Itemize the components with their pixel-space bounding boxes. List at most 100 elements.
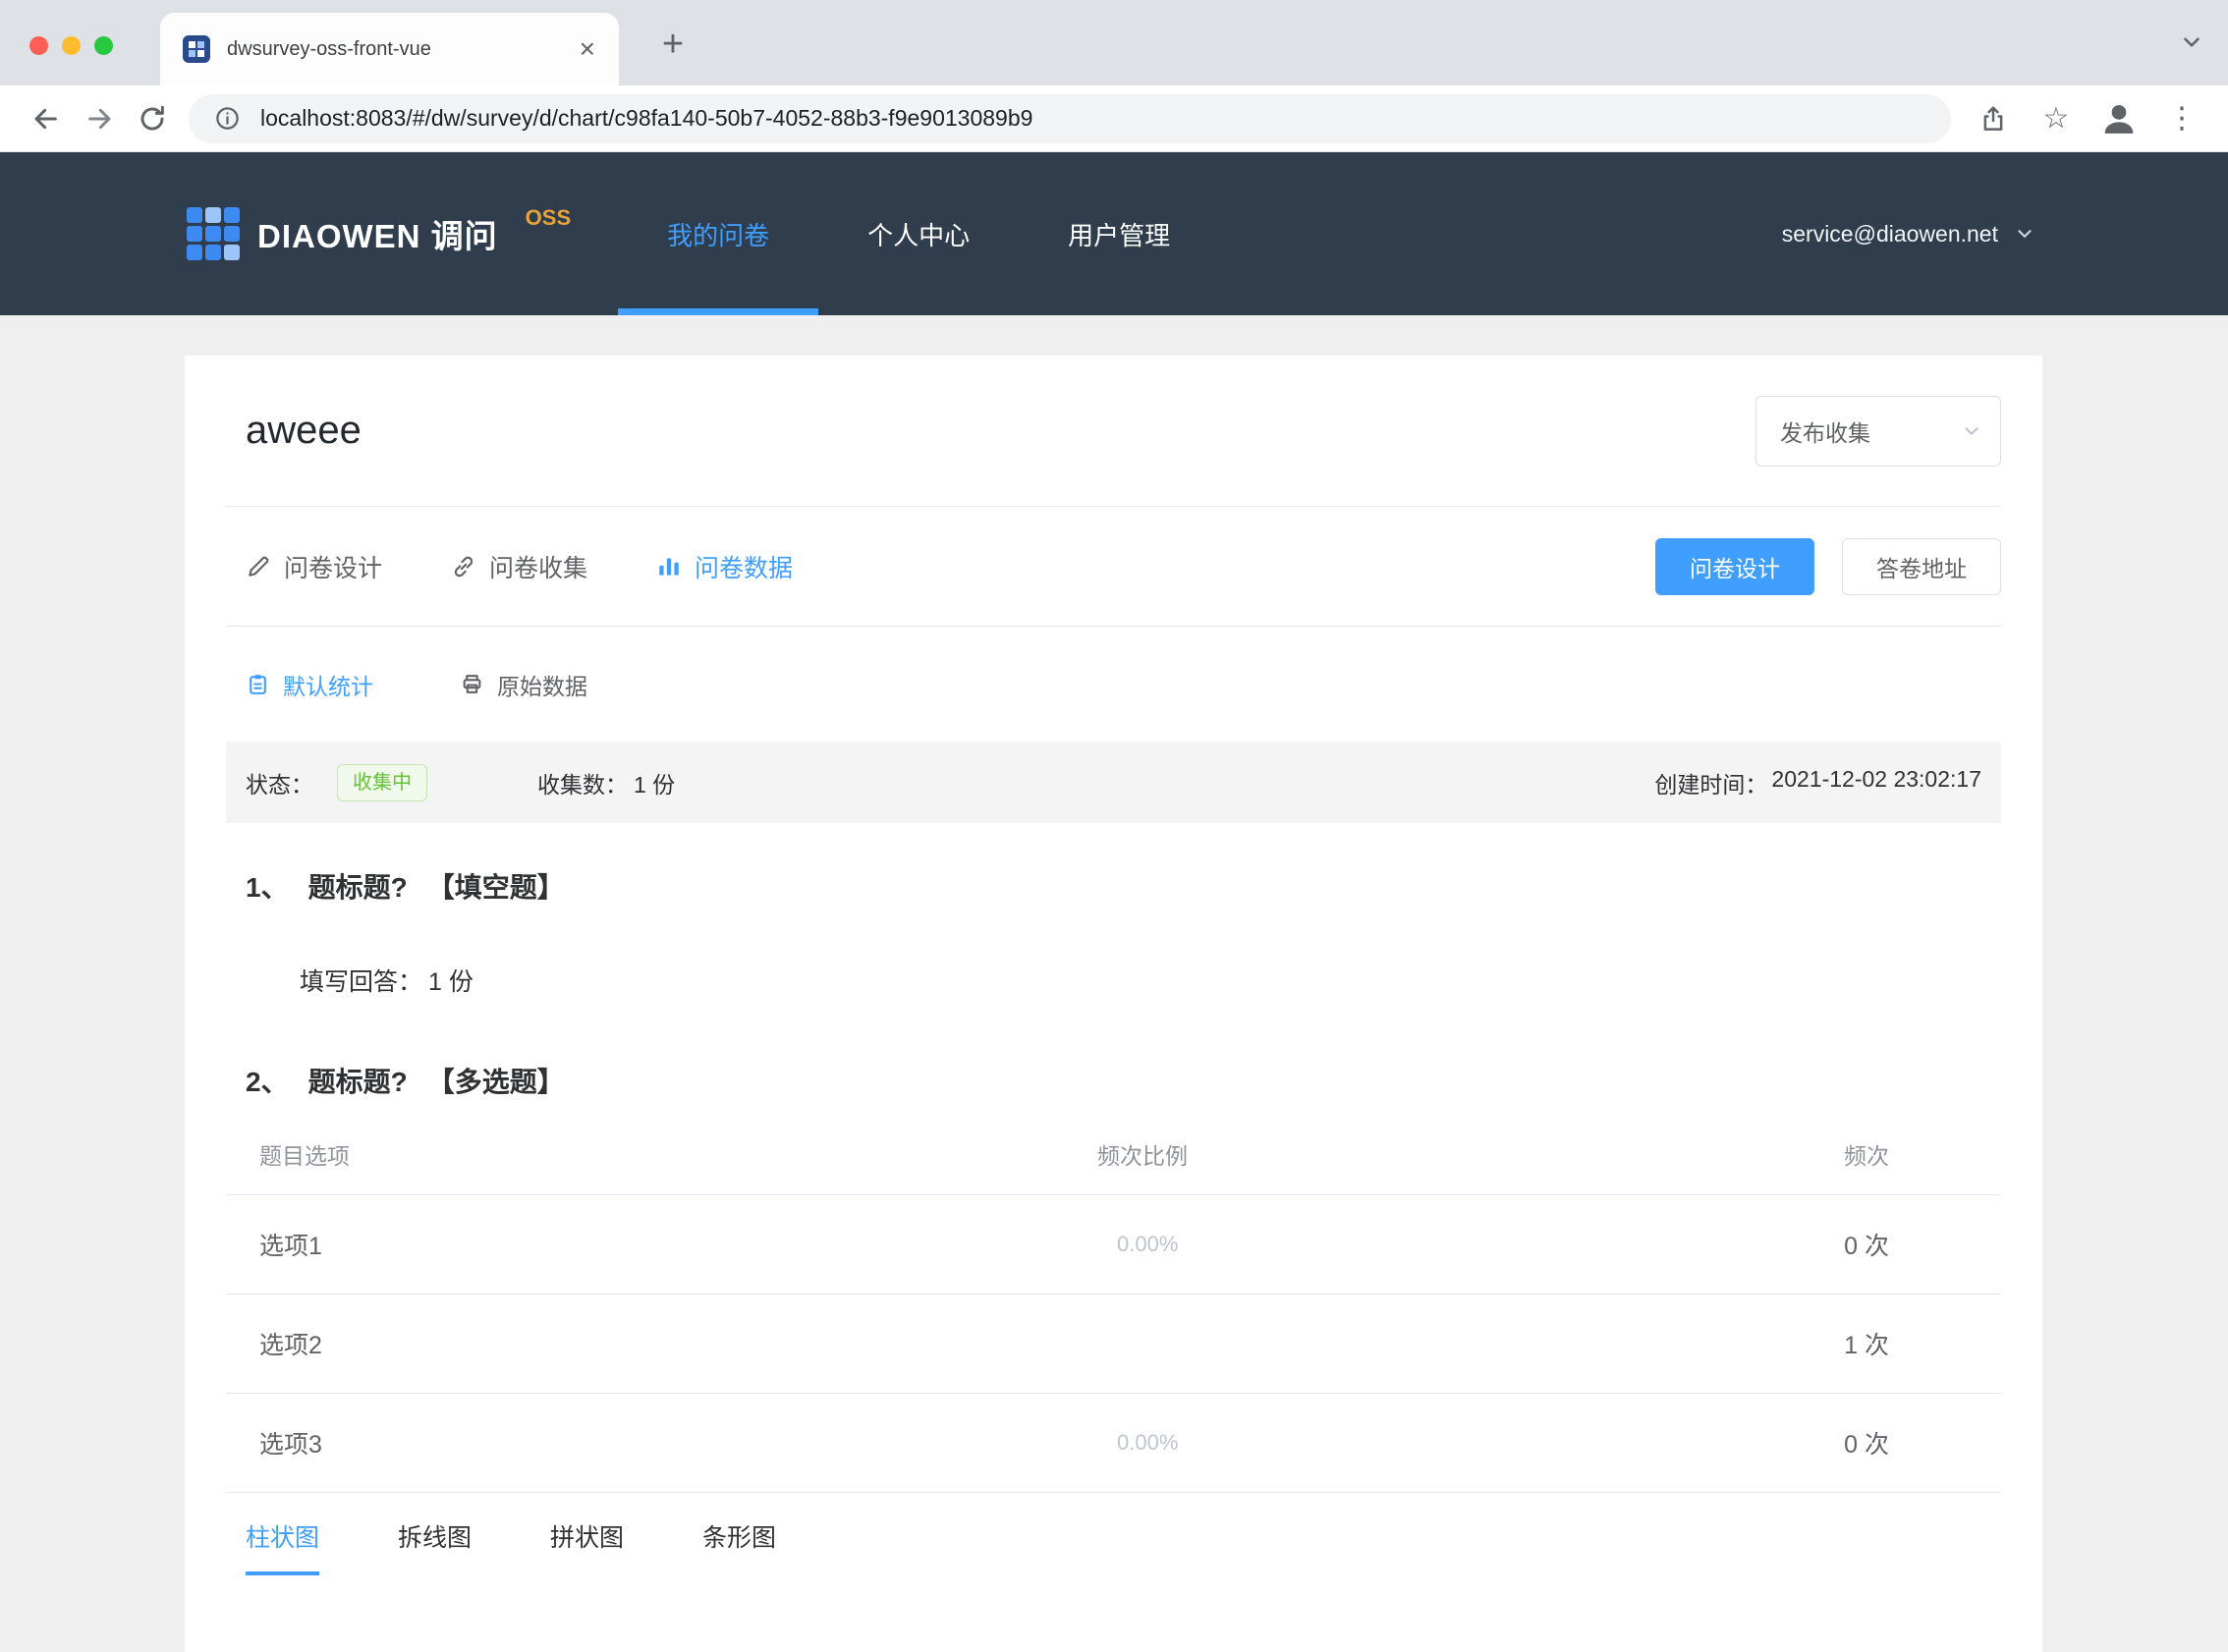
profile-avatar-icon[interactable] [2092, 92, 2145, 145]
survey-card: aweee 发布收集 问卷设计 问卷收集 问卷数据 问卷设计 答卷地址 默认统计… [185, 356, 2042, 1652]
printer-icon [460, 672, 484, 696]
navbar-right-icons: ☆ ⋮ [1967, 92, 2208, 145]
status-badge: 收集中 [337, 763, 427, 801]
menu-item-user-management[interactable]: 用户管理 [1019, 152, 1219, 315]
chart-tab-pie[interactable]: 拼状图 [550, 1518, 624, 1575]
table-header-row: 题目选项 频次比例 频次 [226, 1114, 2001, 1195]
site-favicon-icon [182, 34, 211, 64]
survey-title: aweee [246, 409, 362, 452]
survey-design-button[interactable]: 问卷设计 [1655, 537, 1814, 595]
window-close-button[interactable] [29, 36, 48, 55]
back-icon[interactable] [20, 92, 73, 145]
window-minimize-button[interactable] [62, 36, 81, 55]
question-type: 【填空题】 [426, 872, 565, 903]
menu-item-my-surveys[interactable]: 我的问卷 [618, 152, 819, 315]
menu-item-label: 个人中心 [867, 220, 971, 250]
forward-icon[interactable] [73, 92, 126, 145]
url-text[interactable]: localhost:8083/#/dw/survey/d/chart/c98fa… [260, 105, 1032, 132]
app-header: DIAOWEN 调问 OSS 我的问卷 个人中心 用户管理 service@di… [0, 152, 2228, 315]
account-chevron-down-icon [2014, 223, 2035, 245]
status-bar: 状态： 收集中 收集数： 1 份 创建时间： 2021-12-02 23:02:… [226, 742, 2001, 823]
tab-search-chevron-icon[interactable] [2179, 29, 2204, 55]
question-type: 【多选题】 [426, 1067, 565, 1097]
subtab-raw-data[interactable]: 原始数据 [460, 668, 587, 701]
diaowen-logo-icon [185, 205, 242, 262]
tab-label: 问卷设计 [284, 554, 383, 582]
tab-survey-design[interactable]: 问卷设计 [246, 549, 382, 584]
table-row: 选项2 100.00% 1 次 [226, 1294, 2001, 1394]
bar-chart-icon [656, 554, 682, 579]
card-header: aweee 发布收集 [226, 356, 2001, 507]
clipboard-icon [246, 672, 270, 696]
collect-count-value: 1 份 [634, 771, 676, 798]
column-frequency: 频次 [1844, 1143, 1889, 1169]
frequency-value: 1 次 [1844, 1332, 1889, 1359]
question-2-heading: 2、 题标题? 【多选题】 [246, 1061, 2001, 1100]
question-1-answer-line: 填写回答： 1 份 [300, 963, 2001, 998]
browser-menu-icon[interactable]: ⋮ [2155, 92, 2208, 145]
chart-tab-line[interactable]: 拆线图 [398, 1518, 472, 1575]
data-subtabs-row: 默认统计 原始数据 [226, 627, 2001, 742]
frequency-value: 0 次 [1844, 1233, 1889, 1260]
option-label: 选项1 [259, 1233, 322, 1260]
tab-survey-collect[interactable]: 问卷收集 [451, 549, 587, 584]
address-bar[interactable]: localhost:8083/#/dw/survey/d/chart/c98fa… [189, 93, 1951, 143]
brand-name: DIAOWEN 调问 [257, 218, 498, 254]
answer-label: 填写回答： [300, 968, 423, 996]
bookmark-star-icon[interactable]: ☆ [2030, 92, 2083, 145]
question-title: 题标题? [307, 872, 408, 903]
browser-navbar: localhost:8083/#/dw/survey/d/chart/c98fa… [0, 85, 2228, 152]
subtab-default-stats[interactable]: 默认统计 [246, 668, 373, 701]
option-label: 选项3 [259, 1431, 322, 1459]
tab-label: 问卷收集 [489, 554, 588, 582]
main-menu: 我的问卷 个人中心 用户管理 [618, 152, 1219, 315]
diaowen-logo[interactable]: DIAOWEN 调问 OSS [185, 152, 571, 315]
window-controls [29, 36, 113, 55]
created-time-label: 创建时间： [1654, 771, 1768, 798]
table-row: 选项1 0.00% 0 次 [226, 1195, 2001, 1294]
tab-label: 问卷数据 [695, 554, 794, 582]
new-tab-button[interactable]: + [650, 22, 696, 67]
frequency-value: 0 次 [1844, 1431, 1889, 1459]
link-icon [451, 554, 476, 579]
tab-survey-data[interactable]: 问卷数据 [656, 549, 793, 584]
question-index: 1、 [246, 872, 289, 903]
table-row: 选项3 0.00% 0 次 [226, 1394, 2001, 1493]
browser-tabstrip: dwsurvey-oss-front-vue × + [0, 0, 2228, 85]
page-background: aweee 发布收集 问卷设计 问卷收集 问卷数据 问卷设计 答卷地址 默认统计… [0, 315, 2228, 1652]
select-chevron-down-icon [1961, 420, 1982, 442]
option-stats-table: 题目选项 频次比例 频次 选项1 0.00% 0 次 选项2 [226, 1114, 2001, 1493]
browser-tab[interactable]: dwsurvey-oss-front-vue × [160, 13, 619, 85]
status-label: 状态： [246, 771, 313, 798]
share-icon[interactable] [1967, 92, 2020, 145]
collect-count-label: 收集数： [537, 771, 628, 798]
menu-item-label: 用户管理 [1068, 220, 1171, 250]
subtab-label: 原始数据 [497, 673, 587, 699]
window-zoom-button[interactable] [94, 36, 113, 55]
chart-tab-horizontal-bar[interactable]: 条形图 [702, 1518, 776, 1575]
column-option: 题目选项 [259, 1143, 350, 1169]
question-1-heading: 1、 题标题? 【填空题】 [246, 866, 2001, 906]
chart-type-tabs: 柱状图 拆线图 拼状图 条形图 [226, 1518, 2001, 1575]
publish-collect-label: 发布收集 [1780, 419, 1870, 446]
browser-window: dwsurvey-oss-front-vue × + localhost:808… [0, 0, 2228, 1652]
menu-item-label: 我的问卷 [667, 220, 770, 250]
account-menu[interactable]: service@diaowen.net [1782, 152, 2035, 315]
reload-icon[interactable] [126, 92, 179, 145]
site-info-icon[interactable] [214, 105, 241, 132]
account-email: service@diaowen.net [1781, 220, 1998, 247]
question-index: 2、 [246, 1067, 289, 1097]
answer-url-button[interactable]: 答卷地址 [1842, 537, 2001, 595]
tab-title: dwsurvey-oss-front-vue [227, 37, 431, 60]
subtab-label: 默认统计 [283, 673, 373, 699]
column-ratio: 频次比例 [1097, 1143, 1188, 1169]
publish-collect-select[interactable]: 发布收集 [1755, 395, 2001, 467]
answer-value: 1 份 [428, 968, 473, 996]
tab-close-icon[interactable]: × [578, 35, 597, 63]
menu-item-personal-center[interactable]: 个人中心 [818, 152, 1019, 315]
chart-tab-bar[interactable]: 柱状图 [246, 1518, 320, 1575]
survey-tabs-row: 问卷设计 问卷收集 问卷数据 问卷设计 答卷地址 [226, 507, 2001, 627]
brand-suffix: OSS [525, 205, 572, 230]
pencil-icon [246, 554, 271, 579]
question-title: 题标题? [307, 1067, 408, 1097]
